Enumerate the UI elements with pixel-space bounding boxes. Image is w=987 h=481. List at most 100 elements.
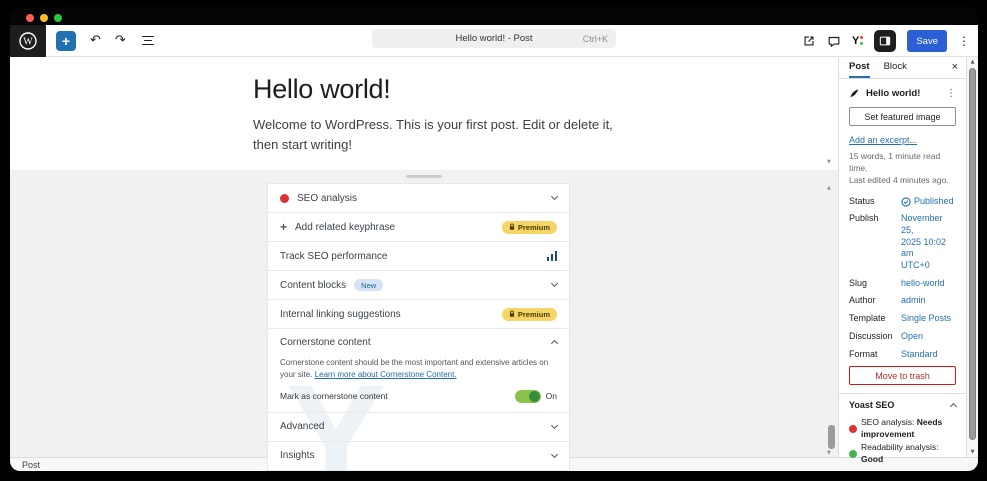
- yoast-seo-button[interactable]: Y: [852, 35, 864, 47]
- set-featured-image-button[interactable]: Set featured image: [849, 107, 956, 126]
- bar-chart-icon: [546, 251, 557, 261]
- post-paragraph[interactable]: Welcome to WordPress. This is your first…: [253, 115, 703, 155]
- field-template: Template Single Posts: [849, 313, 952, 325]
- section-label: SEO analysis: [297, 192, 358, 204]
- yoast-green-dot-icon: [860, 42, 864, 45]
- author-value[interactable]: admin: [901, 295, 926, 307]
- field-status: Status Published: [849, 195, 954, 208]
- seo-score-red-icon: [280, 193, 289, 203]
- wordpress-logo[interactable]: W: [10, 24, 46, 57]
- section-label: Content blocks: [280, 279, 347, 291]
- minimize-window-button[interactable]: [40, 14, 48, 22]
- post-summary-card: Hello world! ⋮: [849, 88, 956, 99]
- field-format: Format Standard: [849, 348, 938, 361]
- breadcrumb[interactable]: Post: [22, 460, 40, 470]
- document-overview-button[interactable]: [141, 35, 154, 46]
- publish-value[interactable]: November 25, 2025 10:02 am UTC+0: [901, 213, 956, 271]
- metabox-scrollbar-up-arrow[interactable]: ▲: [827, 185, 831, 191]
- undo-button[interactable]: ↶: [90, 34, 101, 47]
- field-discussion: Discussion Open: [849, 330, 924, 343]
- close-sidebar-button[interactable]: ×: [952, 61, 958, 73]
- metabox-scrollbar-thumb[interactable]: [828, 425, 835, 449]
- redo-button[interactable]: ↷: [115, 34, 126, 47]
- post-card-title: Hello world!: [866, 88, 921, 99]
- published-check-icon: [901, 197, 911, 207]
- cornerstone-toggle[interactable]: [514, 389, 541, 403]
- internal-linking-suggestions-section[interactable]: Internal linking suggestions Premium: [268, 300, 569, 328]
- cornerstone-content-body: Cornerstone content should be the most i…: [268, 355, 569, 412]
- post-editor-surface[interactable]: Hello world! Welcome to WordPress. This …: [10, 57, 838, 170]
- section-label: Insights: [280, 450, 315, 462]
- close-window-button[interactable]: [26, 14, 34, 22]
- field-author: Author admin: [849, 295, 926, 307]
- cornerstone-learn-more-link[interactable]: Learn more about Cornerstone Content.: [315, 370, 457, 379]
- format-value[interactable]: Standard: [901, 349, 938, 361]
- lock-icon: [509, 223, 514, 230]
- template-value[interactable]: Single Posts: [901, 313, 951, 325]
- plus-icon: +: [280, 220, 288, 234]
- cornerstone-toggle-state: On: [545, 391, 557, 402]
- metabox-resize-handle[interactable]: [406, 175, 442, 178]
- settings-sidebar-toggle[interactable]: [874, 30, 897, 52]
- status-value[interactable]: Published: [901, 196, 954, 208]
- editor-toolbar: W + ↶ ↷ Hello world! - Post Ctrl+K Y Sav…: [10, 24, 978, 57]
- section-label: Advanced: [280, 421, 325, 433]
- section-label: Internal linking suggestions: [280, 308, 401, 320]
- yoast-red-dot-icon: [860, 36, 864, 39]
- move-to-trash-button[interactable]: Move to trash: [849, 366, 956, 386]
- chevron-up-icon: [949, 402, 958, 410]
- chevron-down-icon: [550, 192, 559, 201]
- advanced-section[interactable]: Advanced: [268, 413, 569, 441]
- insights-section[interactable]: Insights: [268, 442, 569, 470]
- command-palette-shortcut: Ctrl+K: [582, 33, 608, 44]
- slug-value[interactable]: hello-world: [901, 278, 945, 290]
- metabox-scrollbar-down-arrow[interactable]: ▼: [827, 450, 831, 456]
- browser-window: W + ↶ ↷ Hello world! - Post Ctrl+K Y Sav…: [10, 7, 978, 471]
- cornerstone-toggle-label: Mark as cornerstone content: [280, 391, 388, 402]
- scroll-up-arrow[interactable]: ▲: [967, 59, 978, 65]
- editor-canvas: Hello world! Welcome to WordPress. This …: [10, 57, 838, 471]
- add-related-keyphrase-section[interactable]: + Add related keyphrase Premium: [268, 213, 569, 241]
- lock-icon: [509, 310, 514, 317]
- add-excerpt-link[interactable]: Add an excerpt...: [849, 135, 917, 145]
- maximize-window-button[interactable]: [54, 14, 62, 22]
- field-publish: Publish November 25, 2025 10:02 am UTC+0: [849, 213, 956, 271]
- post-title[interactable]: Hello world!: [253, 74, 391, 105]
- discussion-value[interactable]: Open: [901, 331, 923, 343]
- readability-green-dot-icon: [849, 449, 857, 458]
- editor-scrollbar-down-arrow[interactable]: ▼: [827, 159, 831, 165]
- chevron-down-icon: [550, 450, 559, 458]
- yoast-seo-panel-header[interactable]: Yoast SEO: [849, 394, 958, 415]
- scroll-down-arrow[interactable]: ▼: [967, 449, 978, 455]
- post-actions-menu-button[interactable]: ⋮: [946, 88, 956, 99]
- readability-analysis-result: Readability analysis: Good: [849, 442, 956, 465]
- new-badge: New: [354, 279, 384, 291]
- tab-post[interactable]: Post: [849, 57, 870, 78]
- view-post-button[interactable]: [802, 34, 816, 48]
- section-label: Track SEO performance: [280, 250, 388, 262]
- document-title: Hello world! - Post: [455, 33, 533, 44]
- sidebar-scrollbar: ▲ ▼: [966, 57, 978, 457]
- seo-analysis-section[interactable]: SEO analysis: [268, 184, 569, 212]
- command-palette[interactable]: Hello world! - Post Ctrl+K: [372, 29, 616, 48]
- tab-block[interactable]: Block: [884, 57, 907, 78]
- chevron-down-icon: [550, 279, 559, 288]
- chevron-down-icon: [550, 421, 559, 429]
- comments-button[interactable]: [827, 34, 841, 48]
- sidebar-scrollbar-thumb[interactable]: [969, 68, 976, 440]
- seo-red-dot-icon: [849, 424, 857, 433]
- save-button[interactable]: Save: [907, 30, 947, 52]
- options-menu-button[interactable]: ⋮: [958, 34, 970, 48]
- content-blocks-section[interactable]: Content blocks New: [268, 271, 569, 299]
- field-slug: Slug hello-world: [849, 277, 945, 290]
- track-seo-performance-section[interactable]: Track SEO performance: [268, 242, 569, 270]
- block-inserter-button[interactable]: +: [56, 30, 76, 51]
- comment-icon: [828, 36, 840, 47]
- yoast-seo-metabox: Y SEO analysis + Add related keyphrase P…: [267, 183, 570, 471]
- wordpress-icon: W: [19, 31, 37, 50]
- seo-analysis-result: SEO analysis: Needs improvement: [849, 417, 956, 440]
- cornerstone-content-section[interactable]: Cornerstone content: [268, 329, 569, 355]
- svg-text:W: W: [23, 36, 33, 47]
- section-label: Cornerstone content: [280, 336, 371, 348]
- post-meta-info: 15 words, 1 minute read time. Last edite…: [849, 151, 949, 185]
